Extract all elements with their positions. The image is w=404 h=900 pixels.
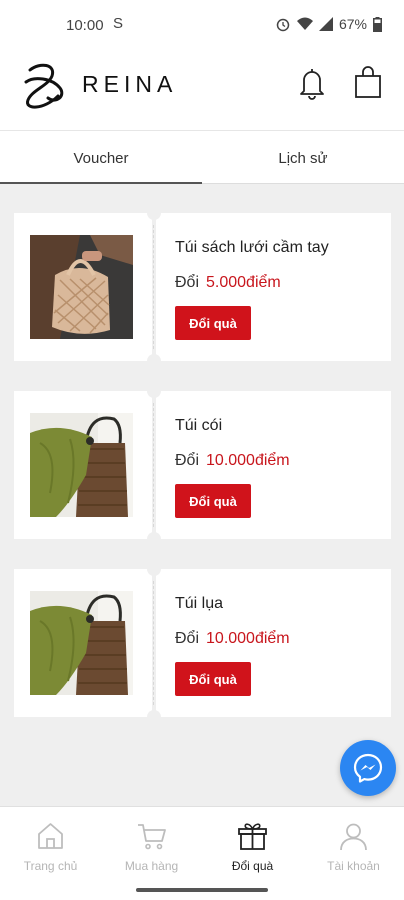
- ticket-notch: [147, 206, 161, 220]
- price-amount: 10.000điểm: [206, 452, 290, 469]
- nav-label: Mua hàng: [124, 859, 179, 873]
- tab-active-indicator: [0, 182, 202, 184]
- voucher-info-panel: Túi lụa Đổi 10.000điểm Đổi quà: [156, 569, 391, 717]
- straw-bag-image: [30, 413, 133, 517]
- messenger-icon: [353, 753, 383, 783]
- price-prefix: Đổi: [175, 630, 200, 647]
- battery-percent: 67%: [338, 16, 367, 32]
- wifi-icon: [296, 17, 313, 30]
- tab-bar: Voucher Lịch sử: [0, 130, 404, 184]
- nav-label: Đổi quà: [231, 859, 274, 873]
- tab-voucher[interactable]: Voucher: [0, 131, 202, 185]
- voucher-card: Túi lụa Đổi 10.000điểm Đổi quà: [14, 562, 391, 724]
- ticket-notch: [147, 710, 161, 724]
- nav-item-home[interactable]: Trang chủ: [0, 807, 101, 887]
- redeem-button[interactable]: Đổi quà: [175, 306, 251, 340]
- notification-button[interactable]: [296, 66, 330, 102]
- nav-item-account[interactable]: Tài khoản: [303, 807, 404, 887]
- nav-item-shop[interactable]: Mua hàng: [101, 807, 202, 887]
- messenger-button[interactable]: [340, 740, 396, 796]
- shopping-bag-icon: [355, 66, 381, 98]
- mesh-handbag-image: [30, 235, 133, 339]
- status-icons: 67%: [275, 16, 382, 32]
- voucher-price: Đổi 5.000điểm: [175, 274, 281, 292]
- ticket-notch: [147, 384, 161, 398]
- voucher-thumb-panel: [14, 213, 152, 361]
- silk-bag-image: [30, 591, 133, 695]
- dashed-divider: [153, 225, 154, 349]
- user-icon: [340, 823, 367, 851]
- dashed-divider: [153, 581, 154, 705]
- ticket-notch: [147, 354, 161, 368]
- reina-logo-icon: [24, 63, 64, 109]
- redeem-button[interactable]: Đổi quà: [175, 484, 251, 518]
- ticket-notch: [147, 562, 161, 576]
- voucher-info-panel: Túi cói Đổi 10.000điểm Đổi quà: [156, 391, 391, 539]
- app-header: REINA: [0, 52, 404, 130]
- voucher-title: Túi lụa: [175, 595, 224, 612]
- status-time: 10:00: [66, 17, 104, 34]
- voucher-price: Đổi 10.000điểm: [175, 452, 290, 470]
- nav-item-gift[interactable]: Đổi quà: [202, 807, 303, 887]
- price-prefix: Đổi: [175, 452, 200, 469]
- voucher-price: Đổi 10.000điểm: [175, 630, 290, 648]
- voucher-card: Túi sách lưới cầm tay Đổi 5.000điểm Đổi q…: [14, 206, 391, 368]
- alarm-icon: [276, 18, 290, 32]
- bell-icon: [300, 69, 324, 100]
- home-indicator: [136, 888, 268, 892]
- nav-label: Trang chủ: [23, 859, 78, 873]
- nav-label: Tài khoản: [327, 859, 380, 873]
- status-bar: 10:00 S 67%: [0, 0, 404, 52]
- voucher-info-panel: Túi sách lưới cầm tay Đổi 5.000điểm Đổi q…: [156, 213, 391, 361]
- battery-icon: [373, 16, 382, 32]
- dashed-divider: [153, 403, 154, 527]
- voucher-title: Túi sách lưới cầm tay: [175, 239, 329, 256]
- voucher-card: Túi cói Đổi 10.000điểm Đổi quà: [14, 384, 391, 546]
- tab-history[interactable]: Lịch sử: [202, 131, 404, 185]
- voucher-thumb-panel: [14, 569, 152, 717]
- ticket-notch: [147, 532, 161, 546]
- home-icon: [38, 823, 63, 849]
- voucher-thumb-panel: [14, 391, 152, 539]
- sync-icon: S: [113, 15, 124, 32]
- bottom-nav: Trang chủ Mua hàng Đổi quà Tài khoản: [0, 806, 404, 900]
- voucher-title: Túi cói: [175, 417, 223, 434]
- price-amount: 10.000điểm: [206, 630, 290, 647]
- price-amount: 5.000điểm: [206, 274, 281, 291]
- price-prefix: Đổi: [175, 274, 200, 291]
- cart-icon: [138, 824, 166, 850]
- gift-icon: [238, 823, 267, 850]
- brand-name: REINA: [82, 71, 178, 97]
- shopping-bag-button[interactable]: [352, 65, 386, 101]
- redeem-button[interactable]: Đổi quà: [175, 662, 251, 696]
- signal-icon: [318, 17, 333, 31]
